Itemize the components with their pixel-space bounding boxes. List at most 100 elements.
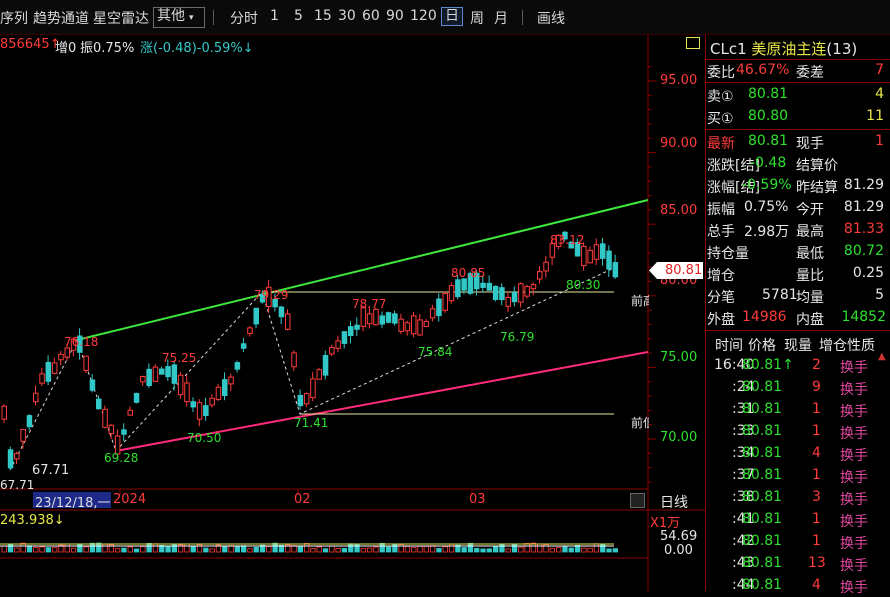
candle-body	[140, 376, 146, 383]
volume-bar	[505, 548, 511, 553]
toolbar-item-trend-channel[interactable]: 趋势通道	[33, 8, 89, 28]
candle-body	[385, 312, 392, 323]
scroll-end-button[interactable]	[630, 493, 645, 508]
volume-bar	[26, 545, 33, 553]
tick-volume: 1	[812, 511, 821, 527]
candle-body	[33, 392, 39, 403]
volume-bar	[89, 542, 96, 553]
value: 80.72	[843, 243, 884, 259]
order-ratio-row: 委比 46.67% 委差 7	[706, 60, 890, 82]
bid-row[interactable]: 买① 80.80 11	[706, 106, 890, 128]
increase-readout: 增0	[55, 41, 77, 56]
candle-body	[486, 282, 493, 291]
tick-nature: 换手	[840, 536, 868, 552]
tick-price: 80.81	[742, 533, 783, 549]
tick-nature: 换手	[840, 360, 868, 376]
label: 内盘	[796, 312, 824, 328]
label: 委比	[707, 65, 735, 81]
candle-body	[83, 355, 89, 371]
label: 振幅	[707, 202, 735, 218]
candle-body	[404, 322, 411, 332]
tick-price: 80.81	[742, 489, 783, 505]
tick-price: 80.81	[742, 423, 783, 439]
volume-bar	[612, 548, 618, 553]
tick-price: 80.81	[742, 555, 783, 571]
label: 持仓量	[707, 246, 749, 262]
toolbar-item-star-radar[interactable]: 星空雷达	[93, 8, 149, 28]
candle-body	[461, 278, 467, 291]
volume-readout: 856645↑	[0, 37, 61, 52]
candle-body	[499, 287, 505, 301]
volume-bar	[417, 545, 423, 553]
tick-nature: 换手	[840, 426, 868, 442]
volume-bar	[228, 545, 234, 553]
period-15m[interactable]: 15	[314, 8, 332, 24]
value: 0.75%	[744, 199, 789, 215]
volume-bar	[303, 543, 310, 553]
period-5m[interactable]: 5	[294, 8, 303, 24]
candle-body	[58, 353, 64, 361]
volume-bar	[272, 542, 278, 553]
value: 11	[866, 108, 884, 124]
amplitude-readout: 振0.75%	[80, 41, 135, 56]
volume-bar	[385, 546, 392, 553]
volume-bar	[127, 546, 133, 553]
ask-row[interactable]: 卖① 80.81 4	[706, 84, 890, 106]
candle-body	[448, 285, 455, 302]
value: 14986	[742, 309, 787, 325]
candle-body	[209, 397, 215, 406]
date-axis-label: 02	[294, 492, 311, 507]
label: 均量	[796, 290, 824, 306]
volume-bar	[222, 546, 228, 553]
tick-row: :33 80.81 1 换手	[706, 420, 890, 442]
column-header: 时间	[715, 338, 743, 354]
period-intraday[interactable]: 分时	[230, 8, 258, 28]
candle-body	[14, 453, 20, 460]
volume-bar	[52, 547, 58, 553]
candle-body	[127, 409, 133, 416]
period-60m[interactable]: 60	[362, 8, 380, 24]
period-1m[interactable]: 1	[270, 8, 279, 24]
period-month[interactable]: 月	[494, 8, 508, 28]
contract-name: 美原油主连	[751, 40, 827, 58]
candle-body	[524, 286, 530, 297]
candle-body	[303, 393, 310, 405]
period-day[interactable]: 日	[441, 7, 463, 26]
label: 增仓	[707, 268, 735, 284]
candle-body	[234, 362, 241, 370]
trough-label: 76.79	[500, 330, 535, 344]
volume-bar	[442, 546, 448, 553]
tick-price: 80.81	[742, 445, 783, 461]
volume-bar	[83, 546, 89, 553]
candle-body	[518, 283, 524, 303]
total-row: 总手 2.98万 最高 81.33	[706, 219, 890, 241]
tick-row: :24 80.81 9 换手	[706, 376, 890, 398]
toolbar-item-sequence[interactable]: 序列	[0, 8, 28, 28]
low-label: 67.71	[0, 478, 35, 492]
volume-bar	[234, 545, 241, 553]
timeframe-label[interactable]: 日线	[660, 492, 688, 512]
volume-bar	[209, 548, 215, 553]
candle-body	[222, 379, 228, 397]
volume-bar	[436, 548, 442, 553]
value: 46.67%	[736, 62, 790, 78]
volume-bar	[64, 543, 70, 553]
candle-body	[543, 261, 549, 272]
period-120m[interactable]: 120	[410, 8, 437, 24]
label: 最低	[796, 246, 824, 262]
symbol: CLc1	[710, 40, 747, 58]
candle-body	[64, 347, 70, 358]
period-30m[interactable]: 30	[338, 8, 356, 24]
period-week[interactable]: 周	[470, 8, 484, 28]
volume-bar	[115, 548, 121, 553]
draw-line-button[interactable]: 画线	[537, 8, 565, 28]
peak-label: 78.77	[352, 297, 387, 311]
volume-bar	[448, 543, 455, 553]
period-90m[interactable]: 90	[386, 8, 404, 24]
volume-bar	[7, 543, 14, 553]
other-select[interactable]: 其他 ▾	[153, 7, 205, 28]
panel-toggle-icon[interactable]	[686, 37, 700, 49]
date-axis-label: 2024	[113, 492, 147, 507]
candle-body	[392, 313, 398, 324]
label: 最新	[707, 136, 735, 152]
